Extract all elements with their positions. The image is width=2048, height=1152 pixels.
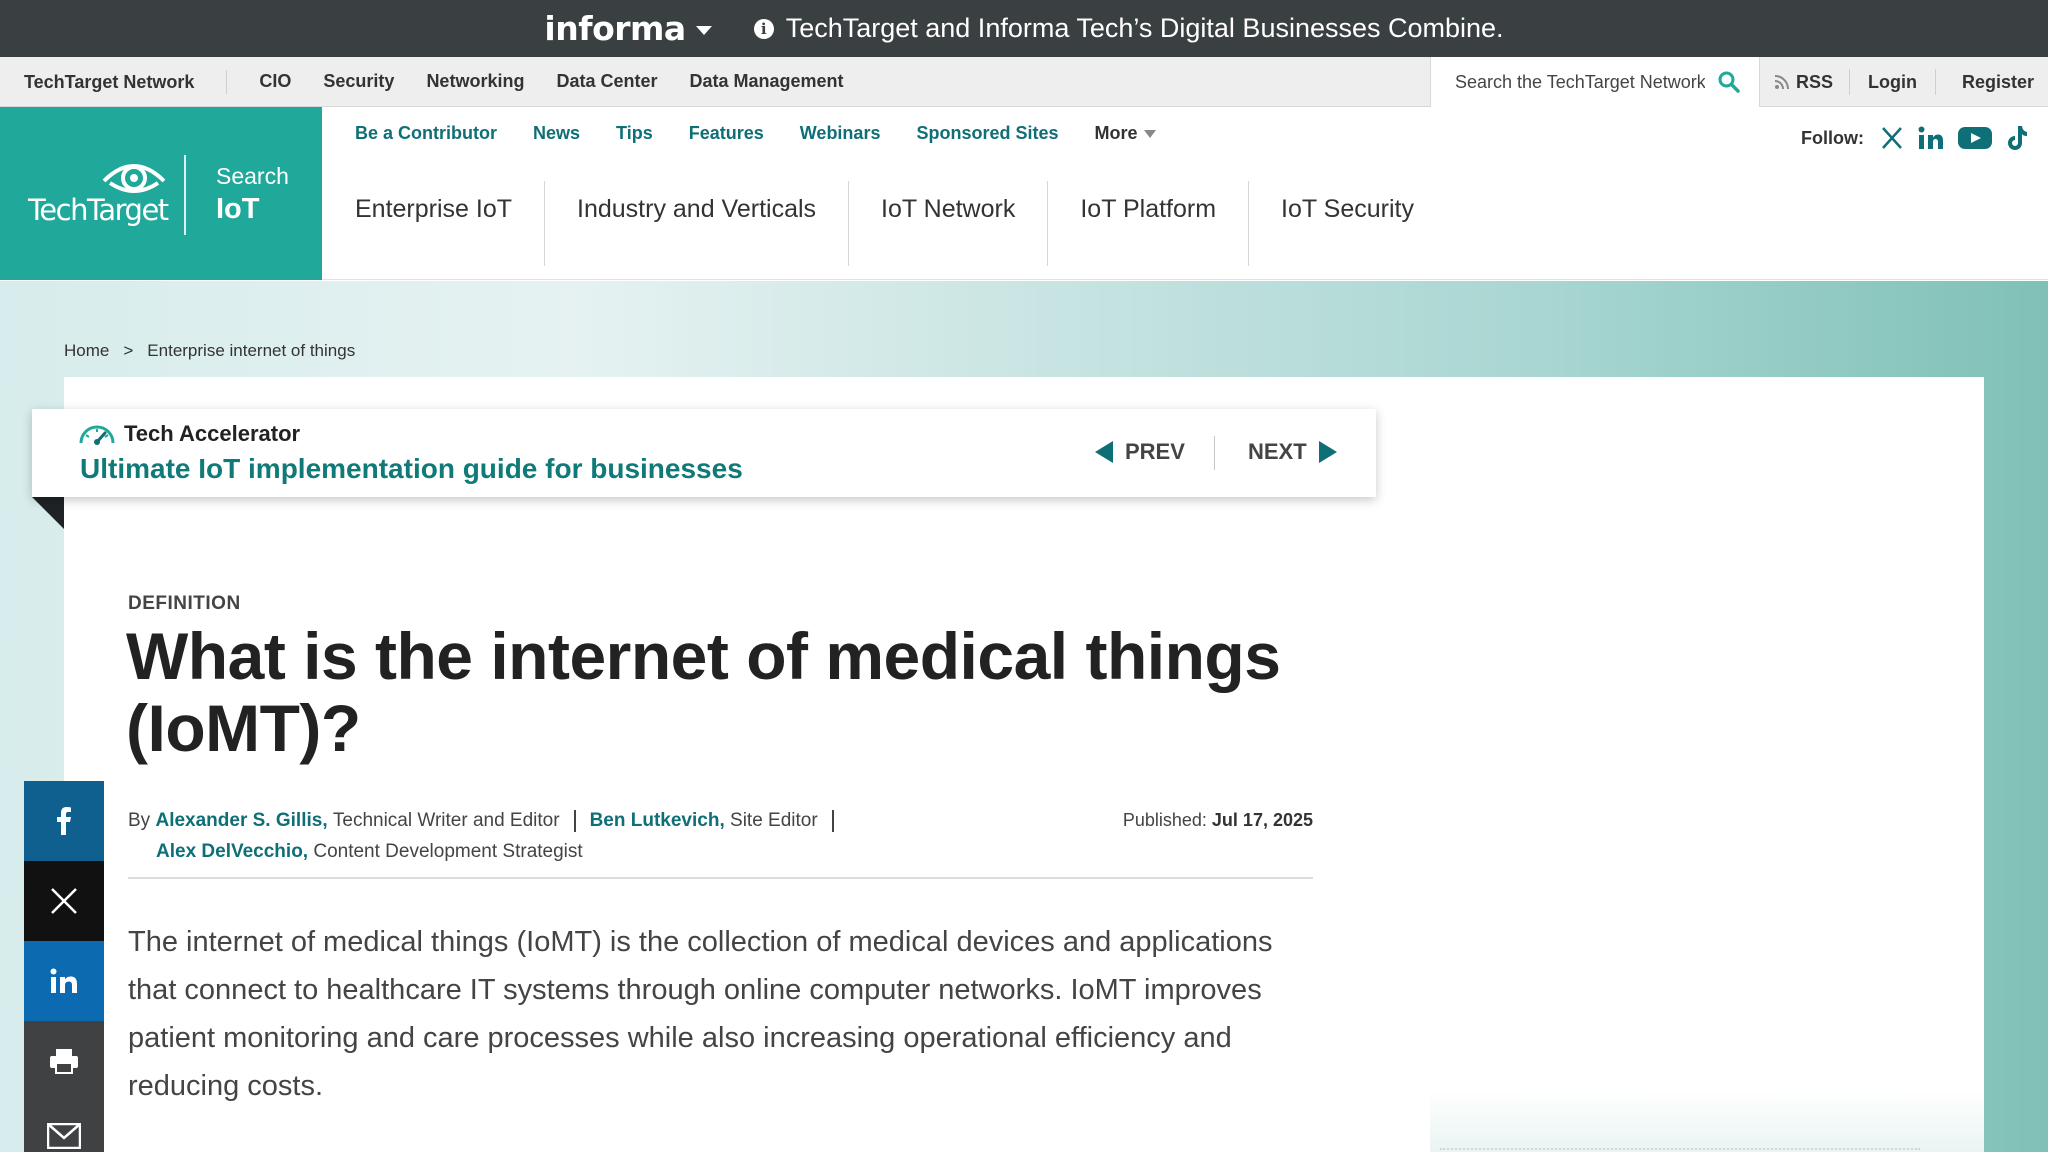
secondary-nav: Be a Contributor News Tips Features Webi… — [355, 123, 1156, 144]
author-role: Content Development Strategist — [313, 841, 583, 862]
prev-label: PREV — [1125, 439, 1185, 464]
nav-be-a-contributor[interactable]: Be a Contributor — [355, 123, 497, 144]
logo-site-name: IoT — [216, 193, 260, 225]
email-icon — [47, 1123, 81, 1149]
breadcrumb: Home > Enterprise internet of things — [64, 341, 355, 361]
register-link[interactable]: Register — [1936, 69, 2048, 95]
main-nav-iot-platform[interactable]: IoT Platform — [1048, 181, 1250, 266]
author-role: Technical Writer and Editor — [332, 810, 560, 831]
banner-fold — [32, 497, 64, 529]
sidebar-divider — [1440, 1148, 1920, 1150]
author-link[interactable]: Alexander S. Gillis, — [155, 810, 327, 832]
network-link-data-management[interactable]: Data Management — [689, 71, 843, 92]
nav-features[interactable]: Features — [689, 123, 764, 144]
share-x-button[interactable] — [24, 861, 104, 941]
main-nav-iot-security[interactable]: IoT Security — [1249, 181, 1446, 266]
print-icon — [50, 1049, 78, 1074]
speedometer-icon — [79, 425, 115, 445]
site-header: TechTarget Search IoT Be a Contributor N… — [0, 107, 2048, 280]
login-link[interactable]: Login — [1850, 69, 1936, 95]
share-facebook-button[interactable] — [24, 781, 104, 861]
breadcrumb-home[interactable]: Home — [64, 341, 109, 361]
author-role: Site Editor — [730, 810, 818, 831]
tiktok-icon[interactable] — [2006, 125, 2028, 151]
prev-button[interactable]: PREV — [1095, 439, 1185, 465]
share-linkedin-button[interactable] — [24, 941, 104, 1021]
article-type: DEFINITION — [128, 593, 241, 614]
author-link[interactable]: Alex DelVecchio, — [156, 841, 308, 862]
network-link-networking[interactable]: Networking — [426, 71, 524, 92]
follow-social: Follow: — [1801, 125, 2028, 151]
published-value: Jul 17, 2025 — [1211, 810, 1313, 830]
rss-label: RSS — [1796, 71, 1834, 92]
network-link-data-center[interactable]: Data Center — [556, 71, 657, 92]
logo-search-text: Search — [216, 163, 289, 189]
email-button[interactable] — [24, 1101, 104, 1152]
tech-accelerator-banner: Tech Accelerator Ultimate IoT implementa… — [32, 409, 1376, 497]
rss-link[interactable]: RSS — [1760, 69, 1851, 95]
main-nav-enterprise-iot[interactable]: Enterprise IoT — [322, 181, 546, 266]
breadcrumb-current[interactable]: Enterprise internet of things — [147, 341, 355, 361]
byline-divider — [128, 877, 1313, 879]
arrow-left-icon — [1095, 441, 1113, 463]
main-nav: Enterprise IoT Industry and Verticals Io… — [322, 181, 1446, 266]
network-bar: TechTarget Network CIO Security Networki… — [0, 57, 2048, 107]
informa-logo[interactable]: informa — [544, 9, 712, 48]
next-button[interactable]: NEXT — [1248, 439, 1337, 465]
published-label: Published: — [1122, 810, 1207, 830]
informa-logo-text: informa — [544, 9, 686, 48]
informa-announcement[interactable]: i TechTarget and Informa Tech’s Digital … — [753, 13, 1504, 44]
informa-bar: informa i TechTarget and Informa Tech’s … — [0, 0, 2048, 57]
search-input[interactable] — [1455, 71, 1705, 93]
youtube-icon[interactable] — [1957, 126, 1992, 150]
breadcrumb-separator: > — [123, 341, 134, 360]
network-links: CIO Security Networking Data Center Data… — [259, 71, 843, 92]
tech-accelerator-label: Tech Accelerator — [124, 421, 301, 446]
author-link[interactable]: Ben Lutkevich, — [590, 810, 725, 832]
facebook-icon — [57, 807, 71, 835]
nav-tips[interactable]: Tips — [616, 123, 653, 144]
chevron-down-icon — [1143, 129, 1156, 138]
published-date: Published: Jul 17, 2025 — [1123, 810, 1313, 831]
main-nav-iot-network[interactable]: IoT Network — [849, 181, 1049, 266]
announcement-text: TechTarget and Informa Tech’s Digital Bu… — [785, 13, 1504, 43]
main-nav-industry-and-verticals[interactable]: Industry and Verticals — [545, 181, 850, 266]
nav-sponsored-sites[interactable]: Sponsored Sites — [916, 123, 1058, 144]
linkedin-icon — [50, 968, 77, 993]
linkedin-icon[interactable] — [1918, 126, 1944, 150]
byline-separator — [573, 810, 576, 832]
tech-accelerator-title-link[interactable]: Ultimate IoT implementation guide for bu… — [80, 453, 743, 485]
network-link-cio[interactable]: CIO — [259, 71, 291, 92]
techtarget-eye-icon — [102, 164, 166, 193]
network-account-links: RSS Login Register — [1760, 57, 2048, 107]
network-brand-link[interactable]: TechTarget Network — [0, 69, 228, 94]
follow-label: Follow: — [1801, 127, 1864, 148]
nav-webinars[interactable]: Webinars — [800, 123, 881, 144]
next-label: NEXT — [1248, 439, 1307, 464]
x-icon — [51, 888, 77, 914]
arrow-right-icon — [1318, 441, 1337, 463]
logo-divider — [184, 155, 186, 235]
logo-wordmark: TechTarget — [28, 193, 169, 227]
info-icon: i — [753, 18, 774, 39]
nav-more-label: More — [1094, 123, 1138, 143]
network-link-security[interactable]: Security — [323, 71, 394, 92]
sidebar-fade — [1430, 1090, 1984, 1152]
nav-more-dropdown[interactable]: More — [1095, 123, 1156, 144]
byline-row-1: By Alexander S. Gillis, Technical Writer… — [128, 810, 848, 832]
network-search — [1430, 57, 1760, 107]
nav-news[interactable]: News — [533, 123, 580, 144]
pager-divider — [1214, 436, 1215, 470]
chevron-down-icon — [695, 26, 712, 35]
techtarget-search-iot-logo[interactable]: TechTarget Search IoT — [0, 107, 322, 280]
page-title: What is the internet of medical things (… — [126, 619, 1281, 765]
print-button[interactable] — [24, 1021, 104, 1101]
byline-by: By — [128, 810, 151, 831]
search-icon[interactable] — [1717, 70, 1741, 94]
byline-separator — [831, 810, 834, 832]
byline-row-2: Alex DelVecchio, Content Development Str… — [156, 841, 583, 863]
x-icon[interactable] — [1880, 126, 1904, 150]
rss-icon — [1774, 75, 1789, 90]
article-lead-paragraph: The internet of medical things (IoMT) is… — [128, 926, 1273, 1102]
